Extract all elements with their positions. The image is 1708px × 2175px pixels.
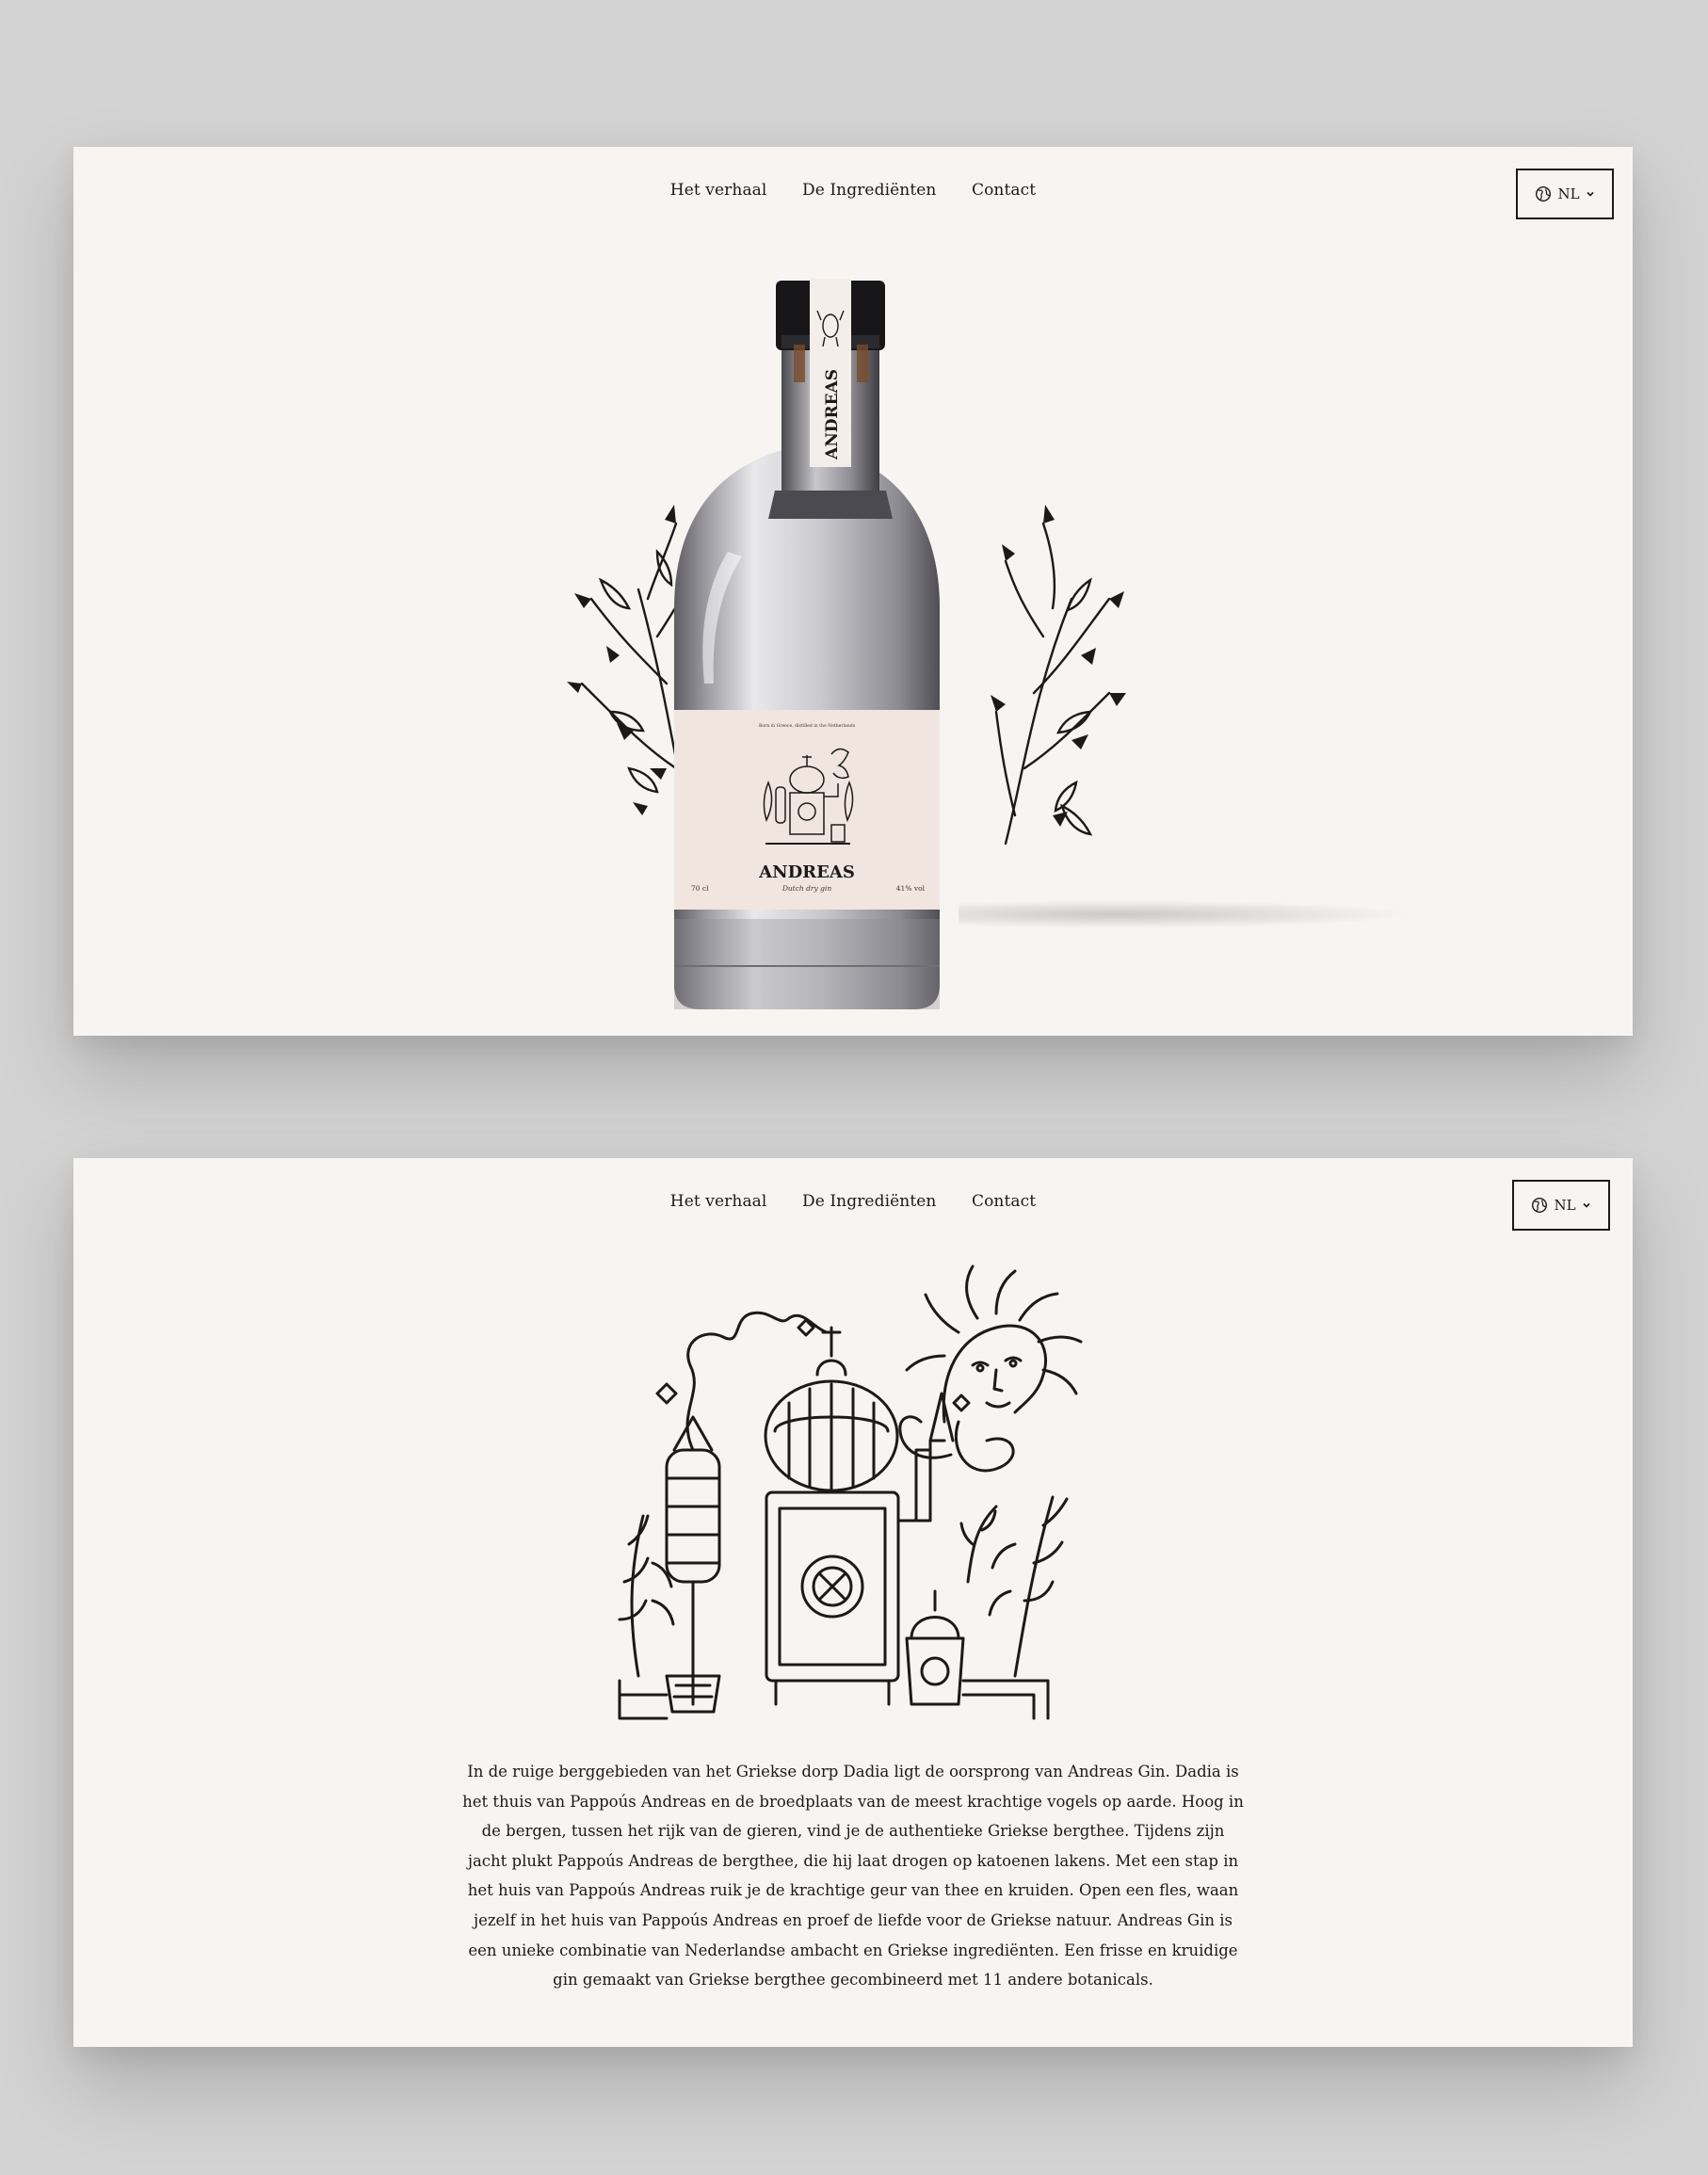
language-selector[interactable]: NL — [1512, 1180, 1610, 1231]
language-selector[interactable]: NL — [1516, 169, 1614, 219]
herb-right-illustration — [991, 505, 1126, 846]
nav-link-contact[interactable]: Contact — [972, 1186, 1036, 1216]
gin-bottle-illustration: ANDREAS Born in Greece, distilled in the… — [567, 279, 1126, 1009]
label-subtitle: Dutch dry gin — [781, 884, 831, 893]
nav-link-het-verhaal[interactable]: Het verhaal — [670, 175, 767, 205]
language-code: NL — [1554, 1197, 1576, 1214]
story-section: Het verhaal De Ingrediënten Contact NL I… — [73, 1158, 1633, 2047]
main-nav: Het verhaal De Ingrediënten Contact — [73, 175, 1633, 205]
nav-link-contact[interactable]: Contact — [972, 175, 1036, 205]
chevron-down-icon — [1586, 191, 1594, 197]
chevron-down-icon — [1582, 1202, 1590, 1208]
globe-icon — [1532, 1197, 1548, 1214]
nav-link-ingredienten[interactable]: De Ingrediënten — [802, 175, 937, 205]
nav-link-ingredienten[interactable]: De Ingrediënten — [802, 1186, 937, 1216]
label-small-print: Born in Greece, distilled in the Netherl… — [759, 723, 856, 729]
hero-section: Het verhaal De Ingrediënten Contact NL A… — [73, 147, 1633, 1036]
language-code: NL — [1557, 185, 1580, 202]
main-nav-secondary: Het verhaal De Ingrediënten Contact — [73, 1186, 1633, 1216]
label-volume: 70 cl — [691, 884, 709, 893]
nav-link-het-verhaal[interactable]: Het verhaal — [670, 1186, 767, 1216]
neck-label-text: ANDREAS — [823, 369, 842, 460]
story-paragraph: In de ruige berggebieden van het Griekse… — [462, 1763, 1244, 1990]
story-block: In de ruige berggebieden van het Griekse… — [73, 1757, 1633, 1995]
distillery-illustration — [618, 1265, 1083, 1720]
label-brand: ANDREAS — [758, 862, 855, 882]
globe-icon — [1536, 185, 1552, 202]
label-abv: 41% vol — [896, 884, 926, 893]
